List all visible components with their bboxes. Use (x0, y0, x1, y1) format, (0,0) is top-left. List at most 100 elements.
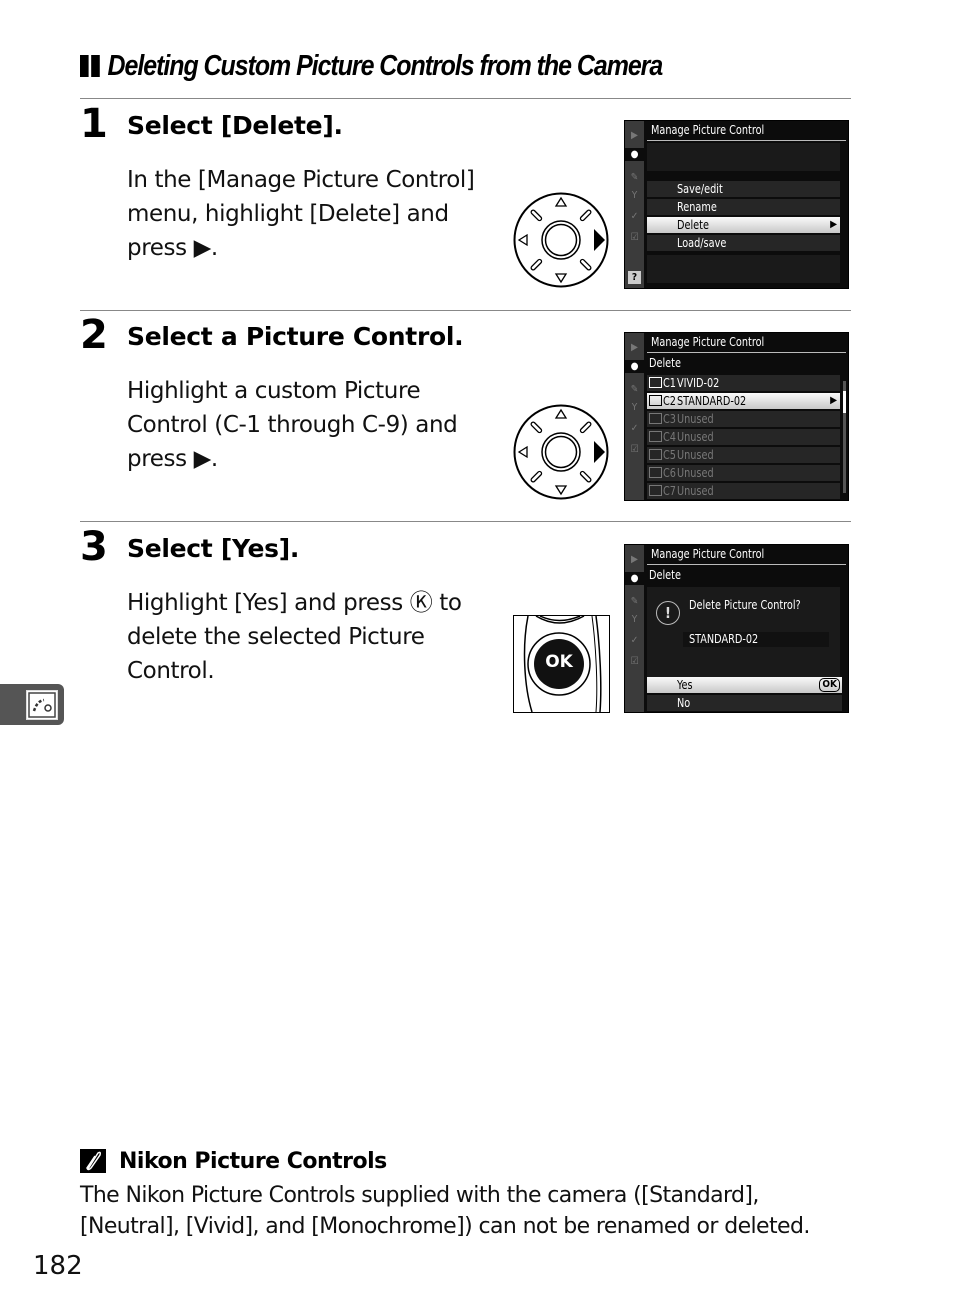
shooting-tab-icon: ● (625, 360, 644, 373)
retouch-tab-icon: ✓ (630, 211, 639, 222)
picture-control-item[interactable]: C4 Unused (647, 429, 840, 445)
picture-control-slot-icon (649, 449, 662, 460)
camera-screen-confirm: ▶ ● ✎ Y ✓ ☑ Manage Picture Control Delet… (624, 544, 849, 713)
picture-control-name: Unused (677, 412, 715, 426)
menu-item[interactable]: Rename (647, 199, 840, 215)
step-title: Select [Yes]. (127, 534, 300, 563)
picture-control-icon (26, 690, 58, 720)
option-yes[interactable]: Yes OK (647, 677, 842, 693)
picture-control-slot-icon (649, 485, 662, 496)
menu-tab-bar: ▶ ● ✎ Y ✓ ☑ (625, 333, 644, 500)
picture-control-item-selected[interactable]: C2 STANDARD-02 ▶ (647, 393, 840, 409)
camera-screen-manage: ▶ ● ✎ Y ✓ ☑ ? Manage Picture Control Sav… (624, 120, 849, 289)
header-rule (647, 352, 846, 353)
page-number: 182 (33, 1251, 83, 1281)
right-arrow-icon: ▶ (830, 395, 837, 406)
step-number: 1 (80, 101, 108, 147)
right-arrow-icon: ▶ (830, 219, 837, 230)
retouch-tab-icon: ✓ (630, 423, 639, 434)
slot-label: C3 (663, 412, 676, 426)
slot-label: C1 (663, 376, 676, 390)
section-title-text: Deleting Custom Picture Controls from th… (107, 50, 664, 82)
screen-header: Manage Picture Control (651, 123, 765, 137)
ok-button-illustration: OK (513, 615, 610, 713)
section-marker-icon (80, 52, 102, 85)
step-body: Highlight [Yes] and press Ⓚ to delete th… (127, 590, 462, 684)
slot-label: C4 (663, 430, 676, 444)
warning-icon: ! (656, 601, 680, 625)
note-title: Nikon Picture Controls (119, 1149, 387, 1174)
slot-label: C6 (663, 466, 676, 480)
shooting-tab-icon: ● (625, 148, 644, 161)
multi-selector-right-icon (513, 404, 609, 500)
setup-tab-icon: Y (631, 614, 638, 625)
note-body: The Nikon Picture Controls supplied with… (80, 1183, 810, 1239)
divider (80, 310, 851, 311)
retouch-tab-icon: ✓ (630, 635, 639, 646)
picture-control-name: STANDARD-02 (677, 394, 747, 408)
step-title: Select a Picture Control. (127, 322, 464, 351)
picture-control-item[interactable]: C7 Unused (647, 483, 840, 499)
picture-control-slot-icon (649, 431, 662, 442)
my-menu-tab-icon: ☑ (630, 232, 639, 243)
my-menu-tab-icon: ☑ (630, 444, 639, 455)
dialog-question: Delete Picture Control? (689, 598, 801, 612)
menu-item[interactable]: Load/save (647, 235, 840, 251)
multi-selector-right-icon (513, 192, 609, 288)
picture-control-slot-icon (649, 395, 662, 406)
my-menu-tab-icon: ☑ (630, 656, 639, 667)
step-title: Select [Delete]. (127, 111, 343, 140)
picture-control-slot-icon (649, 413, 662, 424)
picture-control-name: VIVID-02 (677, 376, 720, 390)
screen-header: Manage Picture Control (651, 335, 765, 349)
screen-subheader: Delete (649, 568, 681, 582)
menu-tab-bar: ▶ ● ✎ Y ✓ ☑ (625, 545, 644, 712)
step-body: In the [Manage Picture Control] menu, hi… (127, 167, 475, 261)
picture-control-slot-icon (649, 377, 662, 388)
custom-settings-tab-icon: ✎ (630, 172, 639, 183)
custom-settings-tab-icon: ✎ (630, 596, 639, 607)
slot-label: C2 (663, 394, 676, 408)
help-icon: ? (628, 271, 641, 284)
step-number: 2 (80, 312, 108, 358)
shooting-tab-icon: ● (625, 572, 644, 585)
picture-control-item[interactable]: C3 Unused (647, 411, 840, 427)
ok-label: OK (545, 652, 573, 672)
picture-control-name: Unused (677, 430, 715, 444)
dialog-target: STANDARD-02 (689, 632, 759, 646)
slot-label: C5 (663, 448, 676, 462)
playback-tab-icon: ▶ (631, 130, 638, 141)
scrollbar[interactable] (843, 381, 846, 493)
header-rule (647, 140, 846, 141)
ok-badge: OK (819, 678, 840, 692)
picture-control-name: Unused (677, 466, 715, 480)
step-body: Highlight a custom Picture Control (C-1 … (127, 378, 458, 472)
menu-item-selected[interactable]: Delete ▶ (647, 217, 840, 233)
custom-settings-tab-icon: ✎ (630, 384, 639, 395)
picture-control-item[interactable]: C1 VIVID-02 (647, 375, 840, 391)
scrollbar-thumb[interactable] (843, 391, 846, 413)
setup-tab-icon: Y (631, 190, 638, 201)
step-number: 3 (80, 524, 108, 570)
picture-control-slot-icon (649, 467, 662, 478)
menu-item[interactable]: Save/edit (647, 181, 840, 197)
empty-row (647, 143, 840, 171)
chapter-tab[interactable] (0, 684, 64, 725)
picture-control-name: Unused (677, 484, 715, 498)
screen-header: Manage Picture Control (651, 547, 765, 561)
slot-label: C7 (663, 484, 676, 498)
picture-control-name: Unused (677, 448, 715, 462)
header-rule (647, 564, 846, 565)
section-title: Deleting Custom Picture Controls from th… (80, 50, 664, 85)
pencil-note-icon (80, 1149, 106, 1173)
divider (80, 98, 851, 99)
playback-tab-icon: ▶ (631, 342, 638, 353)
picture-control-item[interactable]: C5 Unused (647, 447, 840, 463)
empty-row (647, 255, 840, 283)
divider (80, 521, 851, 522)
screen-subheader: Delete (649, 356, 681, 370)
option-no[interactable]: No (647, 695, 842, 711)
picture-control-item[interactable]: C6 Unused (647, 465, 840, 481)
setup-tab-icon: Y (631, 402, 638, 413)
menu-tab-bar: ▶ ● ✎ Y ✓ ☑ ? (625, 121, 644, 288)
